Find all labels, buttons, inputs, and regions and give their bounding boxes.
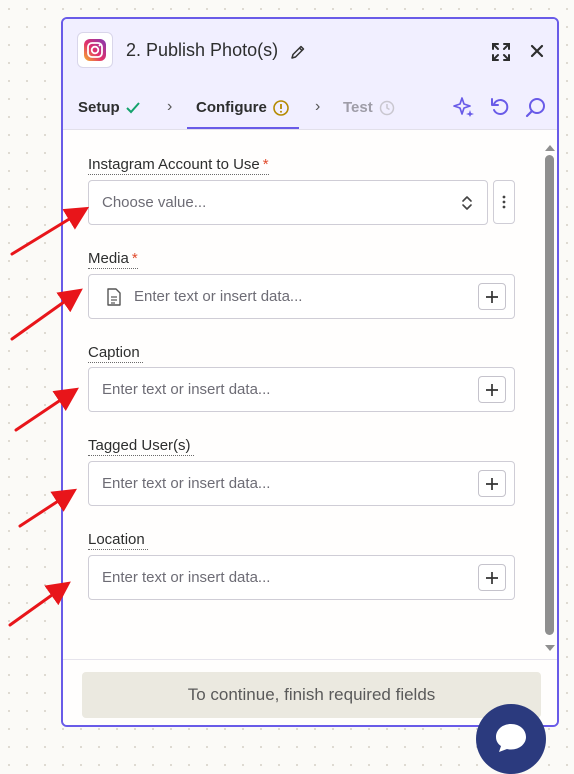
annotation-arrow [18,488,78,528]
chat-icon [496,724,526,752]
annotation-arrow [10,288,83,341]
annotation-arrow [14,387,79,432]
annotation-arrows [8,206,90,627]
annotation-arrow [10,206,90,256]
annotation-arrow [8,581,71,627]
